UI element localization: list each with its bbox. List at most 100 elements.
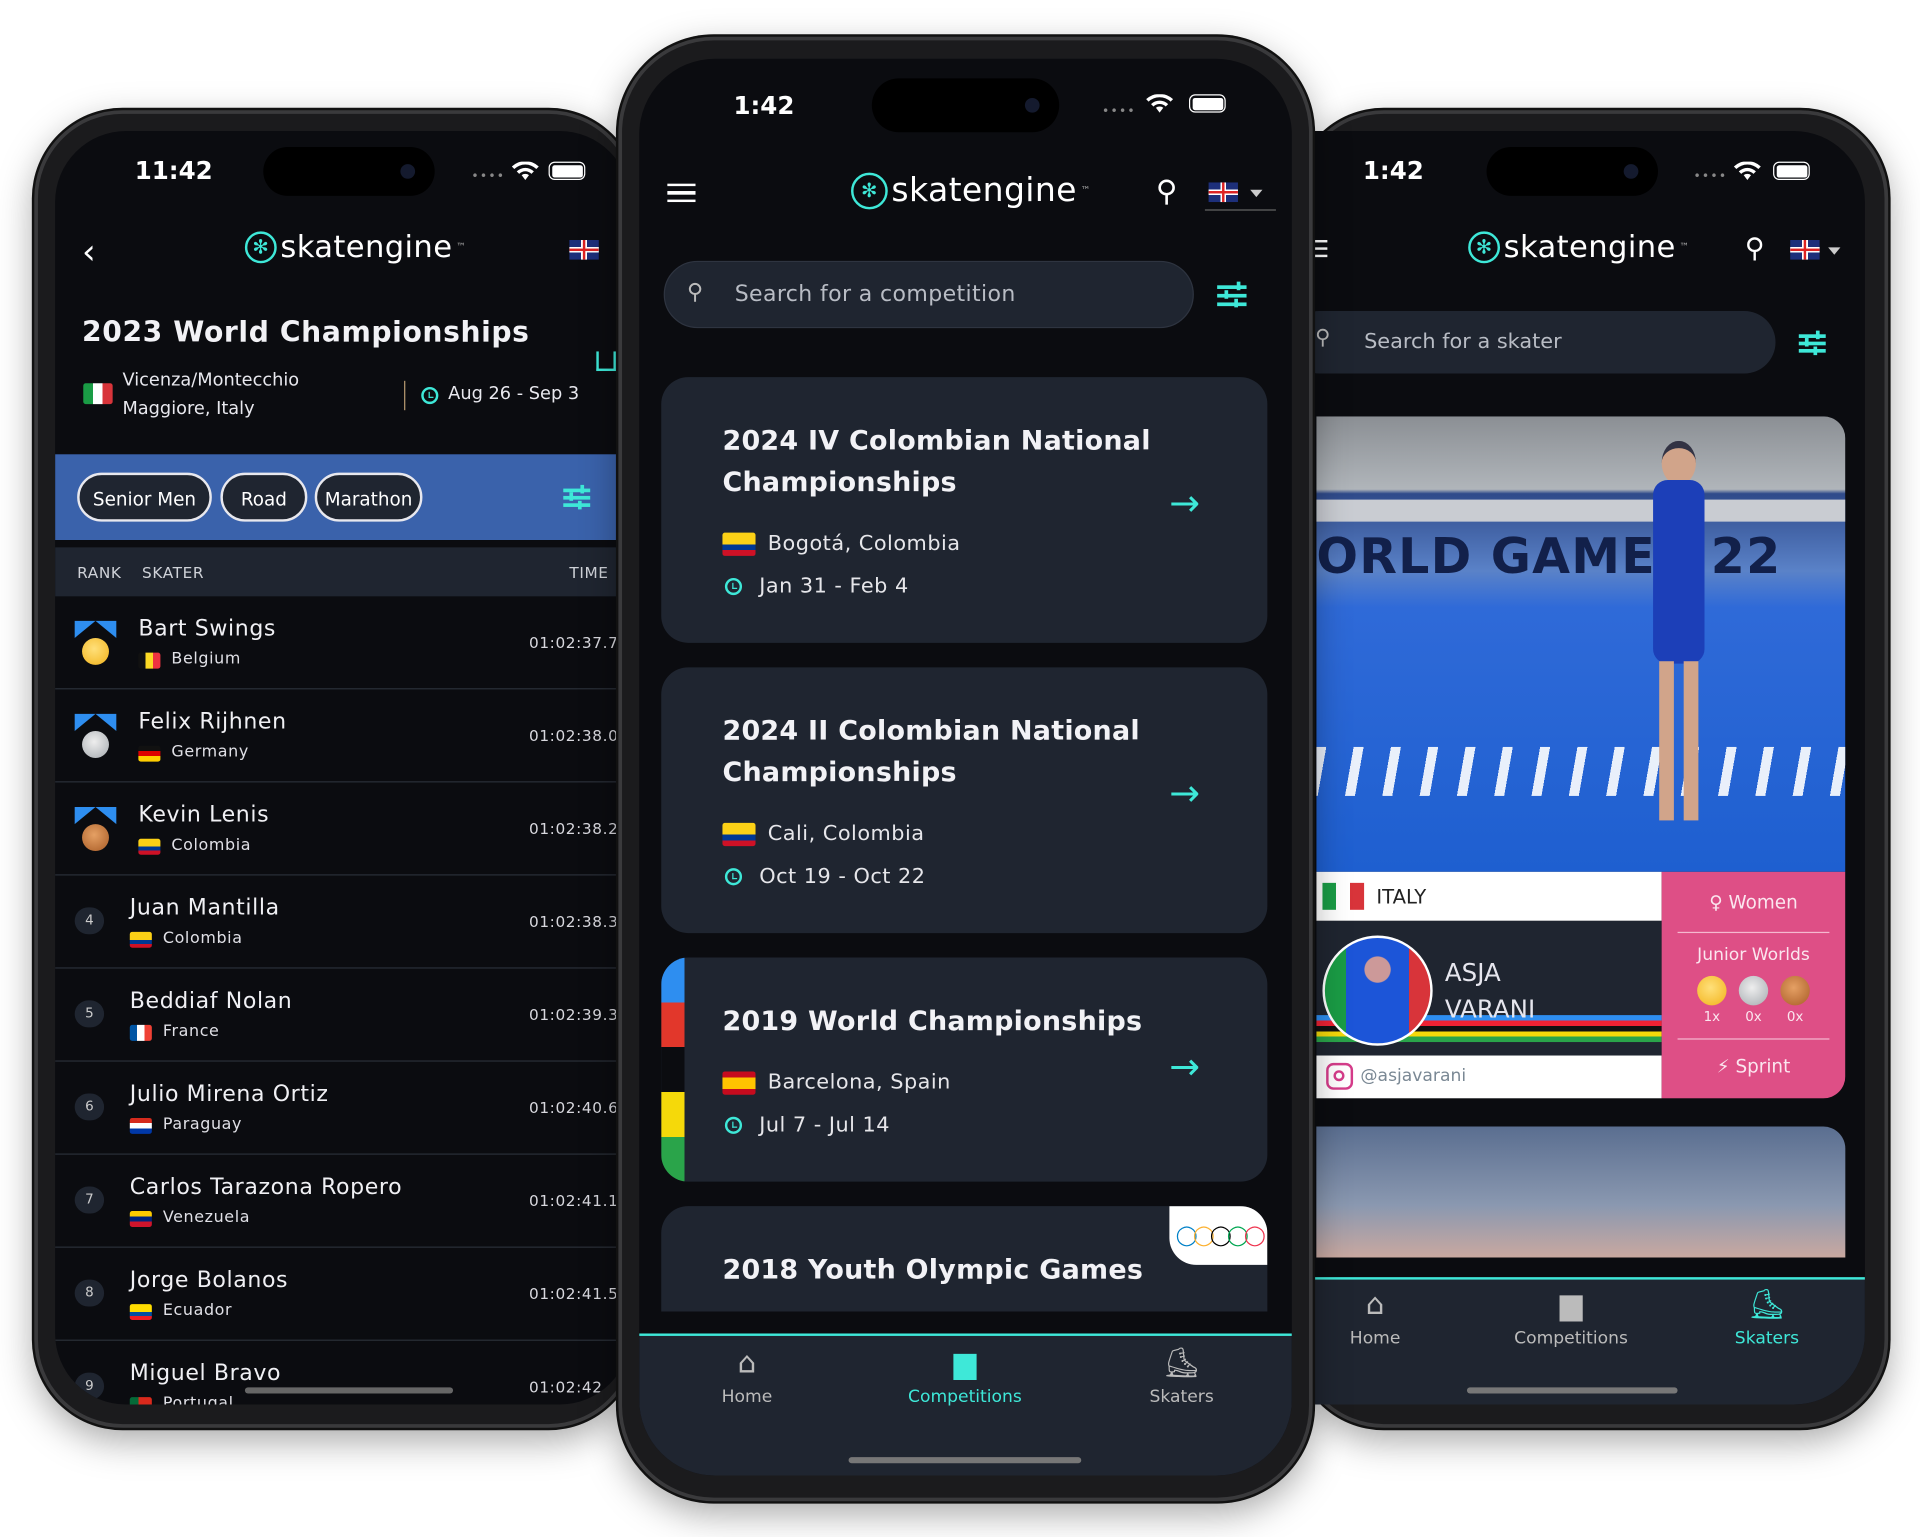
nav-competitions[interactable]: ▆ Competitions [1485, 1287, 1656, 1348]
nav-label: Skaters [1149, 1387, 1214, 1407]
rank-badge: 4 [74, 907, 105, 935]
competition-dates: Jul 7 - Jul 14 [759, 1113, 891, 1138]
banner-text: ORLD GAME 22 [1316, 528, 1782, 586]
skater-country: Colombia [171, 836, 252, 855]
skater-search-input[interactable]: ⚲ Search for a skater [1300, 311, 1776, 374]
signal-icon: •••• [1102, 105, 1136, 119]
skater-country: Venezuela [162, 1208, 251, 1227]
country-flag [138, 652, 161, 669]
instagram-strip[interactable]: @asjavarani [1316, 1055, 1662, 1099]
filter-icon[interactable] [563, 484, 591, 510]
column-rank: RANK [77, 563, 122, 582]
menu-icon[interactable] [1312, 240, 1328, 258]
silver-count: 0x [1745, 1008, 1762, 1025]
signal-icon: •••• [471, 170, 506, 184]
skater-country: Portugal [162, 1394, 234, 1405]
battery-icon [548, 161, 586, 181]
colombia-flag [722, 822, 756, 846]
filter-chip-discipline[interactable]: Road [220, 472, 308, 522]
country-flag [129, 1304, 152, 1321]
nav-label: Home [1349, 1328, 1401, 1349]
arrow-right-icon[interactable]: → [1169, 773, 1200, 816]
skater-name: Felix Rijhnen [138, 708, 287, 735]
language-flag-uk[interactable] [1790, 240, 1820, 260]
filter-icon[interactable] [1217, 281, 1247, 308]
filter-icon[interactable] [1798, 330, 1826, 356]
result-row[interactable]: 8 Jorge Bolanos Ecuador 01:02:41.53 [55, 1248, 631, 1341]
filter-chip-event[interactable]: Marathon [314, 472, 423, 522]
skater-card[interactable]: ORLD GAME 22 ITALY ASJA VARANI @asjavara… [1316, 416, 1846, 1099]
bottom-nav: ⌂ Home ▆ Competitions ⛸ Skaters [639, 1333, 1292, 1476]
result-row[interactable]: Bart Swings Belgium 01:02:37.76 [55, 596, 631, 690]
result-row[interactable]: 4 Juan Mantilla Colombia 01:02:38.32 [55, 876, 631, 969]
lightning-icon: ⚡ [1716, 1055, 1730, 1078]
gold-count: 1x [1703, 1008, 1721, 1025]
logo-text: skatengine [891, 171, 1077, 210]
logo-text: skatengine [280, 228, 453, 265]
search-icon[interactable]: ⚲ [1745, 234, 1765, 265]
result-row[interactable]: Felix Rijhnen Germany 01:02:38.09 [55, 689, 631, 783]
bottom-nav: ⌂ Home ▆ Competitions ⛸ Skaters [1300, 1277, 1865, 1405]
back-button[interactable]: ‹ [82, 231, 96, 271]
competition-dates: Oct 19 - Oct 22 [759, 864, 926, 889]
country-flag [138, 745, 161, 762]
nav-home[interactable]: ⌂ Home [1300, 1287, 1460, 1348]
country-flag [129, 1024, 152, 1041]
italy-flag [1322, 882, 1365, 910]
result-row[interactable]: 9 Miguel Bravo Portugal 01:02:42.45 [55, 1341, 631, 1405]
skater-country: Paraguay [162, 1115, 243, 1134]
dynamic-island [871, 78, 1060, 133]
arrow-right-icon[interactable]: → [1169, 482, 1200, 525]
skater-icon: ⛸ [1162, 1345, 1201, 1381]
competition-location: Cali, Colombia [767, 821, 925, 847]
language-flag-uk[interactable] [1208, 182, 1238, 203]
search-icon[interactable]: ⚲ [1156, 174, 1178, 208]
status-time: 1:42 [733, 90, 795, 121]
gold-medal-icon [74, 620, 117, 670]
nav-skaters[interactable]: ⛸ Skaters [1096, 1346, 1267, 1407]
signal-icon: •••• [1693, 170, 1728, 184]
competition-card[interactable]: 2019 World Championships Barcelona, Spai… [661, 957, 1268, 1182]
bronze-count: 0x [1786, 1008, 1804, 1025]
competition-card[interactable]: 2024 IV Colombian National Championships … [661, 377, 1268, 643]
result-row[interactable]: Kevin Lenis Colombia 01:02:38.24 [55, 782, 631, 876]
skater-avatar [1322, 935, 1433, 1046]
nav-competitions[interactable]: ▆ Competitions [879, 1346, 1050, 1407]
menu-icon[interactable] [667, 183, 696, 203]
result-row[interactable]: 7 Carlos Tarazona Ropero Venezuela 01:02:41… [55, 1155, 631, 1248]
clock-icon [421, 386, 439, 405]
nav-label: Competitions [1514, 1328, 1628, 1349]
chevron-down-icon[interactable] [1828, 247, 1841, 255]
competition-title: 2024 II Colombian National [722, 716, 1140, 747]
nav-skaters[interactable]: ⛸ Skaters [1681, 1287, 1852, 1348]
clock-icon [724, 1116, 743, 1134]
country-flag [129, 1117, 152, 1134]
event-label: Junior Worlds [1697, 945, 1810, 965]
rank-badge: 6 [74, 1093, 105, 1121]
result-row[interactable]: 5 Beddiaf Nolan France 01:02:39.33 [55, 969, 631, 1062]
language-flag-uk[interactable] [569, 240, 599, 260]
competition-search-input[interactable]: ⚲ Search for a competition [663, 260, 1194, 329]
arrow-right-icon[interactable]: → [1169, 1046, 1200, 1089]
competition-title-line2: Championships [722, 757, 957, 789]
colombia-flag [722, 532, 756, 556]
competition-title: 2024 IV Colombian National [722, 426, 1151, 457]
competition-card[interactable]: 2018 Youth Olympic Games ◯◯◯◯◯ [661, 1206, 1268, 1312]
clock-icon [724, 868, 743, 886]
wifi-icon [1146, 94, 1174, 113]
result-time: 01:02:41.16 [528, 1191, 629, 1210]
next-skater-card-photo[interactable] [1316, 1126, 1846, 1258]
share-icon[interactable] [596, 351, 616, 372]
competition-card[interactable]: 2024 II Colombian National Championships … [661, 667, 1268, 934]
silver-medal-icon [74, 713, 117, 763]
skater-name: Beddiaf Nolan [129, 988, 293, 1014]
nav-home[interactable]: ⌂ Home [661, 1346, 832, 1407]
chevron-down-icon[interactable] [1250, 189, 1263, 198]
result-time: 01:02:41.53 [528, 1284, 629, 1303]
result-row[interactable]: 6 Julio Mirena Ortiz Paraguay 01:02:40.60 [55, 1062, 631, 1155]
skater-name-panel: ASJA VARANI [1316, 920, 1662, 1056]
skater-name: Bart Swings [138, 615, 277, 642]
result-time: 01:02:39.33 [528, 1005, 629, 1024]
country-flag [138, 838, 161, 855]
filter-chip-category[interactable]: Senior Men [77, 472, 212, 522]
